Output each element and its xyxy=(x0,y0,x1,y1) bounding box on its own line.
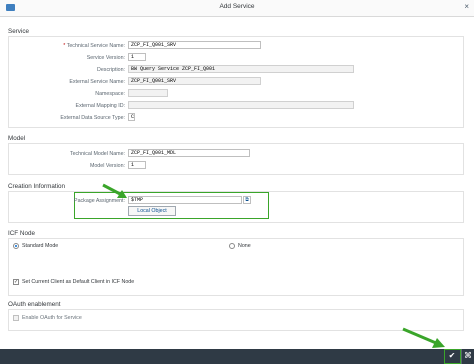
model-panel xyxy=(8,143,464,175)
technical-model-name-label: Technical Model Name: xyxy=(69,151,125,157)
model-version-field[interactable]: 1 xyxy=(128,161,146,169)
section-title-service: Service xyxy=(8,28,29,35)
section-title-oauth: OAuth enablement xyxy=(8,301,61,308)
technical-service-name-label: * Technical Service Name: xyxy=(63,43,125,49)
section-title-creation: Creation Information xyxy=(8,183,66,190)
description-label: Description: xyxy=(97,67,125,73)
namespace-field[interactable] xyxy=(128,89,168,97)
service-version-label: Service Version: xyxy=(86,55,125,61)
external-mapping-id-label: External Mapping ID: xyxy=(75,103,125,109)
set-current-client-label: Set Current Client as Default Client in … xyxy=(22,279,135,285)
close-icon[interactable]: × xyxy=(464,2,469,11)
icf-panel xyxy=(8,238,464,296)
external-service-name-field[interactable]: ZCP_FI_Q001_SRV xyxy=(128,77,261,85)
window-title: Add Service xyxy=(219,3,255,10)
enable-oauth-label: Enable OAuth for Service xyxy=(22,315,82,321)
model-version-label: Model Version: xyxy=(89,163,125,169)
checkmark-icon[interactable]: ✔ xyxy=(446,350,458,362)
external-service-name-label: External Service Name: xyxy=(69,79,125,85)
set-current-client-checkbox[interactable]: ✓ xyxy=(13,279,19,285)
external-mapping-id-field[interactable] xyxy=(128,101,354,109)
standard-mode-label: Standard Mode xyxy=(22,243,59,249)
namespace-label: Namespace: xyxy=(95,91,125,97)
enable-oauth-checkbox[interactable] xyxy=(13,315,19,321)
none-radio[interactable] xyxy=(229,243,235,249)
cancel-icon[interactable]: ⌘ xyxy=(462,350,474,362)
dialog-footer: ✔ ⌘ xyxy=(0,349,474,364)
technical-service-name-field[interactable]: ZCP_FI_Q001_SRV xyxy=(128,41,261,49)
service-version-field[interactable]: 1 xyxy=(128,53,146,61)
none-label: None xyxy=(238,243,251,249)
external-data-source-type-label: External Data Source Type: xyxy=(60,115,125,121)
section-title-icf: ICF Node xyxy=(8,230,35,237)
arrow-annotation-package xyxy=(102,183,127,198)
value-help-icon[interactable]: ⧉ xyxy=(243,196,251,204)
standard-mode-radio[interactable] xyxy=(13,243,19,249)
local-object-button[interactable]: Local Object xyxy=(128,206,176,216)
technical-model-name-field[interactable]: ZCP_FI_Q001_MDL xyxy=(128,149,250,157)
external-data-source-type-field[interactable]: C xyxy=(128,113,135,121)
package-assignment-field[interactable]: $TMP xyxy=(128,196,242,204)
window-titlebar: Add Service × xyxy=(0,0,474,17)
section-title-model: Model xyxy=(8,135,26,142)
description-field[interactable]: BW Query Service ZCP_FI_Q001 xyxy=(128,65,354,73)
